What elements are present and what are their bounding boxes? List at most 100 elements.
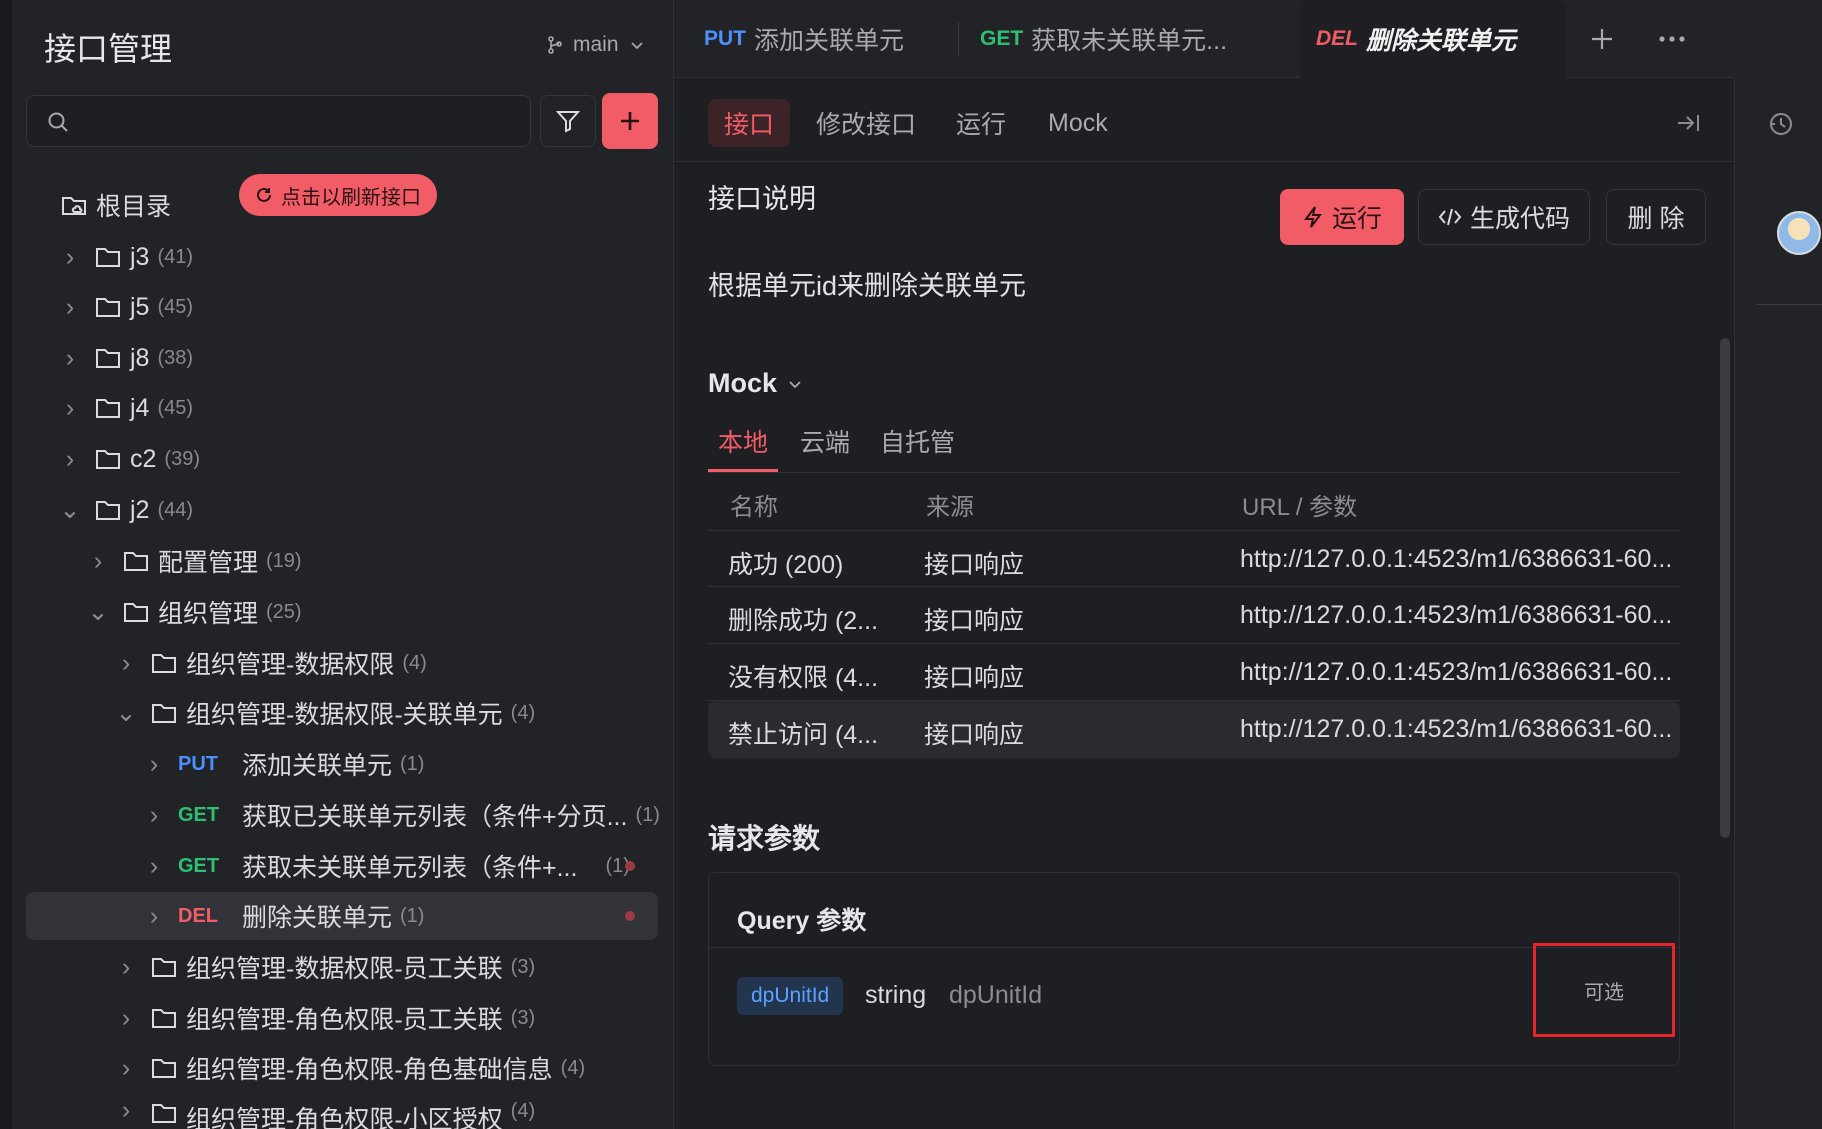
search-icon (48, 112, 68, 132)
add-button[interactable] (602, 93, 658, 149)
method-badge: GET (178, 803, 220, 826)
folder-count: (45) (157, 396, 194, 419)
subtab-api[interactable]: 接口 (708, 99, 791, 147)
plus-icon (621, 112, 639, 130)
mock-name: 没有权限 (4... (728, 664, 879, 692)
mock-tab-cloud[interactable]: 云端 (800, 423, 850, 459)
folder-org-role-community[interactable]: › 组织管理-角色权限-小区授权 (4) (116, 1094, 535, 1129)
table-row[interactable]: 禁止访问 (4... 接口响应 http://127.0.0.1:4523/m1… (708, 701, 1680, 758)
folder-j5[interactable]: › j5 (45) (60, 283, 193, 331)
chevron-down-icon (789, 380, 801, 388)
tab-del-active[interactable]: DEL 删除关联单元 (1300, 0, 1566, 78)
endpoint-del-selected[interactable]: › DEL 删除关联单元 (1) (26, 892, 658, 940)
avatar[interactable] (1777, 211, 1821, 255)
tab-divider (958, 22, 959, 56)
endpoint-name: 删除关联单元 (242, 904, 393, 932)
mock-name: 成功 (200) (728, 551, 844, 579)
endpoint-get-linked[interactable]: › GET 获取已关联单元列表（条件+分页... (1) (144, 791, 660, 839)
folder-org-data[interactable]: › 组织管理-数据权限 (4) (116, 639, 427, 687)
mock-section-title[interactable]: Mock (708, 368, 803, 399)
tab-method: GET (980, 27, 1024, 50)
endpoint-count: (1) (400, 904, 425, 927)
folder-name: 组织管理-数据权限-关联单元 (186, 701, 503, 729)
endpoint-count: (1) (400, 752, 425, 775)
folder-org-data-unit[interactable]: ⌄ 组织管理-数据权限-关联单元 (4) (116, 689, 536, 737)
folder-org-role-staff[interactable]: › 组织管理-角色权限-员工关联 (3) (116, 994, 535, 1042)
folder-count: (4) (402, 651, 427, 674)
folder-name: 组织管理 (158, 600, 259, 628)
mock-url[interactable]: http://127.0.0.1:4523/m1/6386631-60... (1240, 658, 1672, 687)
run-button[interactable]: 运行 (1280, 189, 1404, 245)
query-params-card: Query 参数 dpUnitId string dpUnitId 可选 (708, 872, 1680, 1066)
mock-url[interactable]: http://127.0.0.1:4523/m1/6386631-60... (1240, 715, 1672, 744)
mock-url[interactable]: http://127.0.0.1:4523/m1/6386631-60... (1240, 545, 1672, 574)
mock-url[interactable]: http://127.0.0.1:4523/m1/6386631-60... (1240, 601, 1672, 630)
chevron-right-icon: › (93, 546, 103, 575)
table-row[interactable]: 没有权限 (4... 接口响应 http://127.0.0.1:4523/m1… (708, 644, 1680, 701)
tab-get-unlinked[interactable]: GET 获取未关联单元... (980, 0, 1227, 78)
folder-org-data-staff[interactable]: › 组织管理-数据权限-员工关联 (3) (116, 943, 535, 991)
subtab-run[interactable]: 运行 (940, 99, 1022, 147)
mock-tab-local[interactable]: 本地 (718, 423, 768, 459)
folder-j2[interactable]: ⌄ j2 (44) (60, 486, 194, 534)
scrollbar[interactable] (1720, 338, 1730, 838)
filter-button[interactable] (540, 95, 596, 147)
collapse-panel-icon[interactable] (1675, 111, 1701, 135)
folder-icon (94, 244, 122, 270)
folder-icon (122, 599, 150, 625)
mock-source: 接口响应 (924, 721, 1025, 749)
chevron-right-icon: › (121, 952, 131, 981)
folder-config[interactable]: › 配置管理 (19) (88, 537, 302, 585)
endpoint-get-unlinked[interactable]: › GET 获取未关联单元列表（条件+... (1) (144, 842, 630, 890)
branch-selector[interactable]: main (545, 33, 647, 57)
method-badge: DEL (178, 904, 218, 927)
new-tab-icon[interactable] (1588, 25, 1616, 53)
chevron-right-icon: › (65, 242, 75, 271)
tab-label: 删除关联单元 (1366, 27, 1517, 55)
main-panel: 接口 修改接口 运行 Mock 接口说明 运行 生成代码 删 除 根据单元id来… (674, 78, 1734, 1129)
subtab-edit[interactable]: 修改接口 (800, 99, 932, 147)
tree-root[interactable]: 根目录 (60, 181, 171, 229)
branch-icon (548, 36, 562, 54)
branch-name: main (573, 33, 619, 56)
table-row[interactable]: 成功 (200) 接口响应 http://127.0.0.1:4523/m1/6… (708, 530, 1680, 587)
chevron-right-icon: › (65, 393, 75, 422)
folder-org-role-basic[interactable]: › 组织管理-角色权限-角色基础信息 (4) (116, 1044, 585, 1092)
tab-put-add[interactable]: PUT 添加关联单元 (704, 0, 904, 78)
generate-code-button[interactable]: 生成代码 (1418, 189, 1590, 245)
history-icon[interactable] (1767, 110, 1795, 138)
delete-button[interactable]: 删 除 (1606, 189, 1706, 245)
table-row[interactable]: 删除成功 (2... 接口响应 http://127.0.0.1:4523/m1… (708, 587, 1680, 644)
folder-j4[interactable]: › j4 (45) (60, 384, 193, 432)
refresh-button[interactable]: 点击以刷新接口 (239, 174, 437, 216)
folder-icon (122, 548, 150, 574)
folder-icon (94, 345, 122, 371)
generate-code-label: 生成代码 (1469, 205, 1570, 233)
chevron-right-icon: › (121, 1003, 131, 1032)
subtab-mock[interactable]: Mock (1032, 99, 1124, 147)
cloud-folder-icon (60, 192, 88, 218)
folder-org[interactable]: ⌄ 组织管理 (25) (88, 588, 302, 636)
folder-name: j5 (130, 292, 150, 321)
folder-name: j2 (130, 495, 150, 524)
folder-name: c2 (130, 444, 157, 473)
more-icon[interactable] (1656, 25, 1688, 53)
folder-icon (94, 294, 122, 320)
mock-source: 接口响应 (924, 607, 1025, 635)
folder-j8[interactable]: › j8 (38) (60, 334, 193, 382)
folder-j3[interactable]: › j3 (41) (60, 233, 193, 281)
mock-tab-self-hosted[interactable]: 自托管 (880, 423, 955, 459)
param-description: dpUnitId (949, 981, 1043, 1009)
search-input[interactable] (26, 95, 531, 147)
endpoint-put-add[interactable]: › PUT 添加关联单元 (1) (144, 740, 425, 788)
folder-count: (3) (510, 1006, 536, 1029)
folder-count: (4) (510, 1100, 536, 1122)
tab-method: PUT (704, 27, 746, 50)
chevron-right-icon: › (149, 851, 159, 880)
chevron-right-icon: › (65, 343, 75, 372)
divider (708, 472, 1680, 473)
chevron-right-icon: › (65, 292, 75, 321)
folder-name: 组织管理-数据权限 (186, 651, 395, 679)
right-rail (1734, 78, 1822, 1129)
folder-c2[interactable]: › c2 (39) (60, 435, 200, 483)
